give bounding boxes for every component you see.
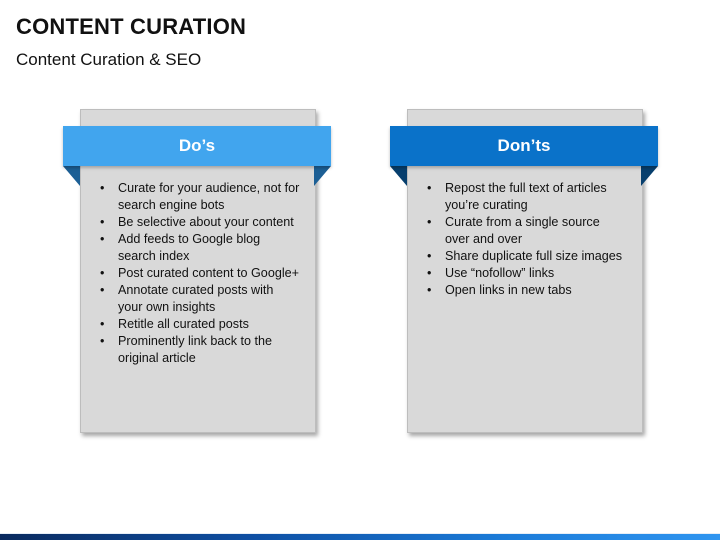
footer-gradient-bar bbox=[0, 534, 720, 540]
dos-heading: Do’s bbox=[178, 136, 216, 155]
donts-list: Repost the full text of articles you’re … bbox=[427, 180, 627, 299]
donts-banner: Don’ts bbox=[390, 126, 658, 166]
slide-title: CONTENT CURATION bbox=[16, 14, 247, 39]
donts-item: Use “nofollow” links bbox=[427, 265, 627, 282]
slide-subtitle: Content Curation & SEO bbox=[16, 50, 202, 69]
donts-item: Repost the full text of articles you’re … bbox=[427, 180, 627, 214]
dos-item: Be selective about your content bbox=[100, 214, 300, 231]
dos-banner-fold-right bbox=[314, 166, 331, 186]
dos-item: Retitle all curated posts bbox=[100, 316, 300, 333]
donts-item: Share duplicate full size images bbox=[427, 248, 627, 265]
donts-item: Curate from a single source over and ove… bbox=[427, 214, 627, 248]
dos-item: Prominently link back to the original ar… bbox=[100, 333, 300, 367]
dos-item: Add feeds to Google blog search index bbox=[100, 231, 300, 265]
donts-heading: Don’ts bbox=[497, 136, 551, 155]
dos-item: Curate for your audience, not for search… bbox=[100, 180, 300, 214]
dos-list: Curate for your audience, not for search… bbox=[100, 180, 300, 367]
donts-banner-fold-right bbox=[641, 166, 658, 186]
donts-banner-fold-left bbox=[390, 166, 407, 186]
dos-banner: Do’s bbox=[63, 126, 331, 166]
dos-banner-fold-left bbox=[63, 166, 80, 186]
dos-item: Post curated content to Google+ bbox=[100, 265, 300, 282]
donts-item: Open links in new tabs bbox=[427, 282, 627, 299]
dos-item: Annotate curated posts with your own ins… bbox=[100, 282, 300, 316]
